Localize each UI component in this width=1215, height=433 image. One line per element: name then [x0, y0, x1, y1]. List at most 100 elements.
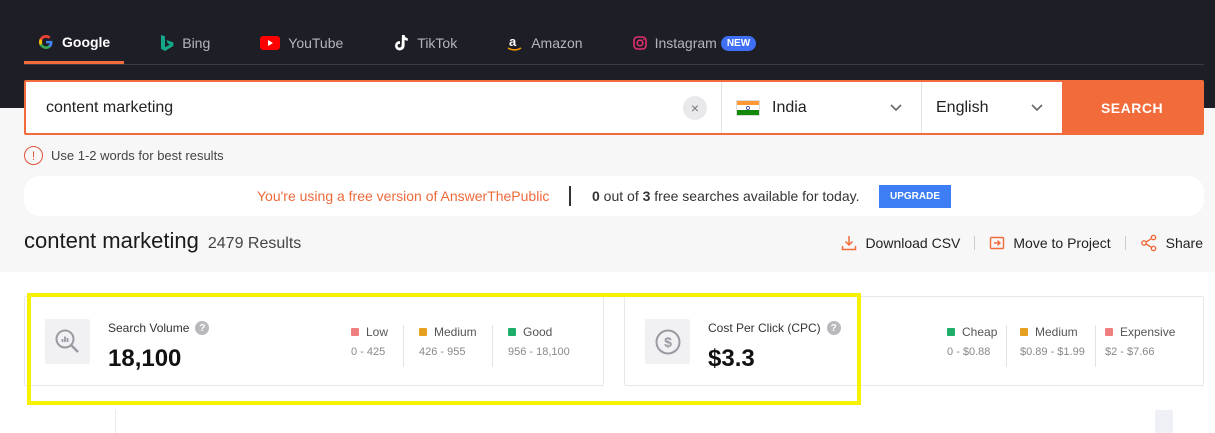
legend-name: Low: [366, 325, 389, 339]
chevron-down-icon: [889, 100, 903, 119]
legend-name: Medium: [1035, 325, 1078, 339]
cpc-legend-cheap: Cheap 0 - $0.88: [947, 325, 997, 358]
volume-value: 18,100: [108, 345, 182, 372]
share-label: Share: [1165, 235, 1203, 251]
legend-range: $2 - $7.66: [1105, 346, 1155, 358]
amazon-icon: a: [507, 34, 523, 52]
tab-bing[interactable]: Bing: [146, 22, 224, 64]
tab-label: TikTok: [417, 35, 458, 51]
medium-swatch: [419, 328, 427, 336]
content-panel-edge: [115, 410, 1175, 433]
search-chart-icon: [45, 319, 90, 364]
legend-name: Expensive: [1120, 325, 1176, 339]
action-divider: [974, 236, 976, 250]
country-label: India: [772, 98, 807, 116]
language-select[interactable]: English: [922, 82, 1062, 133]
low-swatch: [351, 328, 359, 336]
hint-text: Use 1-2 words for best results: [51, 148, 224, 163]
search-button[interactable]: SEARCH: [1062, 82, 1202, 133]
cpc-label-text: Cost Per Click (CPC): [708, 321, 821, 335]
tab-instagram[interactable]: Instagram NEW: [619, 22, 771, 64]
tab-label: Bing: [182, 35, 211, 51]
engine-tabs: Google Bing YouTube TikTok a Amazon Inst…: [24, 22, 792, 64]
clear-icon[interactable]: ×: [683, 96, 707, 120]
share-icon: [1140, 234, 1158, 252]
results-actions: Download CSV Move to Project Share: [827, 234, 1203, 252]
tab-label: YouTube: [288, 35, 344, 51]
tab-google[interactable]: Google: [24, 22, 125, 64]
legend-name: Good: [523, 325, 553, 339]
search-query: content marketing: [46, 98, 174, 116]
chevron-down-icon: [1030, 100, 1044, 119]
download-icon: [841, 235, 857, 251]
legend-divider: [492, 325, 493, 367]
legend-divider: [1006, 325, 1007, 367]
tab-youtube[interactable]: YouTube: [246, 22, 357, 64]
india-flag-icon: [736, 99, 760, 116]
count-mid: out of: [599, 188, 643, 204]
legend-divider: [1095, 325, 1096, 367]
good-swatch: [508, 328, 516, 336]
search-hint: ! Use 1-2 words for best results: [24, 146, 224, 165]
tab-divider: [24, 64, 1204, 65]
svg-text:$: $: [664, 334, 672, 350]
count-post: free searches available for today.: [650, 188, 860, 204]
results-keyword: content marketing: [24, 228, 199, 253]
legend-range: 426 - 955: [419, 346, 466, 358]
tab-label: Instagram: [654, 35, 717, 51]
search-input[interactable]: content marketing ×: [26, 82, 722, 133]
google-icon: [38, 34, 54, 50]
volume-legend-medium: Medium 426 - 955: [419, 325, 477, 358]
warning-icon: !: [24, 146, 43, 165]
language-label: English: [936, 98, 989, 116]
tab-tiktok[interactable]: TikTok: [379, 22, 471, 64]
results-count: 2479 Results: [207, 235, 302, 252]
youtube-icon: [260, 36, 281, 50]
download-label: Download CSV: [865, 235, 961, 251]
svg-text:a: a: [509, 34, 517, 49]
volume-legend-good: Good 956 - 18,100: [508, 325, 570, 358]
legend-name: Cheap: [962, 325, 998, 339]
country-select[interactable]: India: [722, 82, 922, 133]
legend-divider: [403, 325, 404, 367]
move-to-project-button[interactable]: Move to Project: [989, 235, 1111, 251]
action-divider: [1124, 236, 1126, 250]
cpc-legend-medium: Medium $0.89 - $1.99: [1020, 325, 1085, 358]
cpc-card: $ Cost Per Click (CPC) ? $3.3 Cheap 0 - …: [624, 296, 1204, 386]
tab-label: Amazon: [531, 35, 583, 51]
new-badge: NEW: [720, 35, 757, 51]
legend-range: 956 - 18,100: [508, 346, 570, 358]
help-icon[interactable]: ?: [826, 321, 841, 335]
volume-label: Search Volume ?: [108, 321, 210, 335]
cpc-value: $3.3: [708, 345, 755, 372]
scrollbar[interactable]: [1155, 410, 1173, 433]
search-bar: content marketing × India English SEARCH: [24, 80, 1204, 135]
searches-used: 0: [592, 188, 600, 204]
volume-legend-low: Low 0 - 425: [351, 325, 388, 358]
instagram-icon: [632, 36, 647, 50]
expensive-swatch: [1105, 328, 1113, 336]
tab-amazon[interactable]: a Amazon: [493, 22, 596, 64]
dollar-icon: $: [645, 319, 690, 364]
legend-name: Medium: [434, 325, 477, 339]
help-icon[interactable]: ?: [195, 321, 210, 335]
legend-range: 0 - $0.88: [947, 346, 991, 358]
move-label: Move to Project: [1013, 235, 1111, 251]
free-version-text: You're using a free version of AnswerThe…: [257, 188, 550, 204]
bing-icon: [160, 34, 174, 52]
cpc-label: Cost Per Click (CPC) ?: [708, 321, 841, 335]
tiktok-icon: [393, 34, 409, 52]
search-volume-card: Search Volume ? 18,100 Low 0 - 425 Mediu…: [24, 296, 604, 386]
tab-label: Google: [62, 33, 111, 50]
legend-range: 0 - 425: [351, 346, 386, 358]
cpc-legend-expensive: Expensive $2 - $7.66: [1105, 325, 1175, 358]
medium-swatch: [1020, 328, 1028, 336]
volume-label-text: Search Volume: [108, 321, 190, 335]
download-csv-button[interactable]: Download CSV: [841, 235, 960, 251]
move-to-folder-icon: [989, 235, 1005, 251]
free-version-notice: You're using a free version of AnswerThe…: [24, 176, 1204, 216]
share-button[interactable]: Share: [1140, 234, 1203, 252]
results-header: content marketing 2479 Results: [24, 228, 301, 254]
legend-range: $0.89 - $1.99: [1020, 346, 1085, 358]
upgrade-button[interactable]: UPGRADE: [879, 185, 952, 208]
